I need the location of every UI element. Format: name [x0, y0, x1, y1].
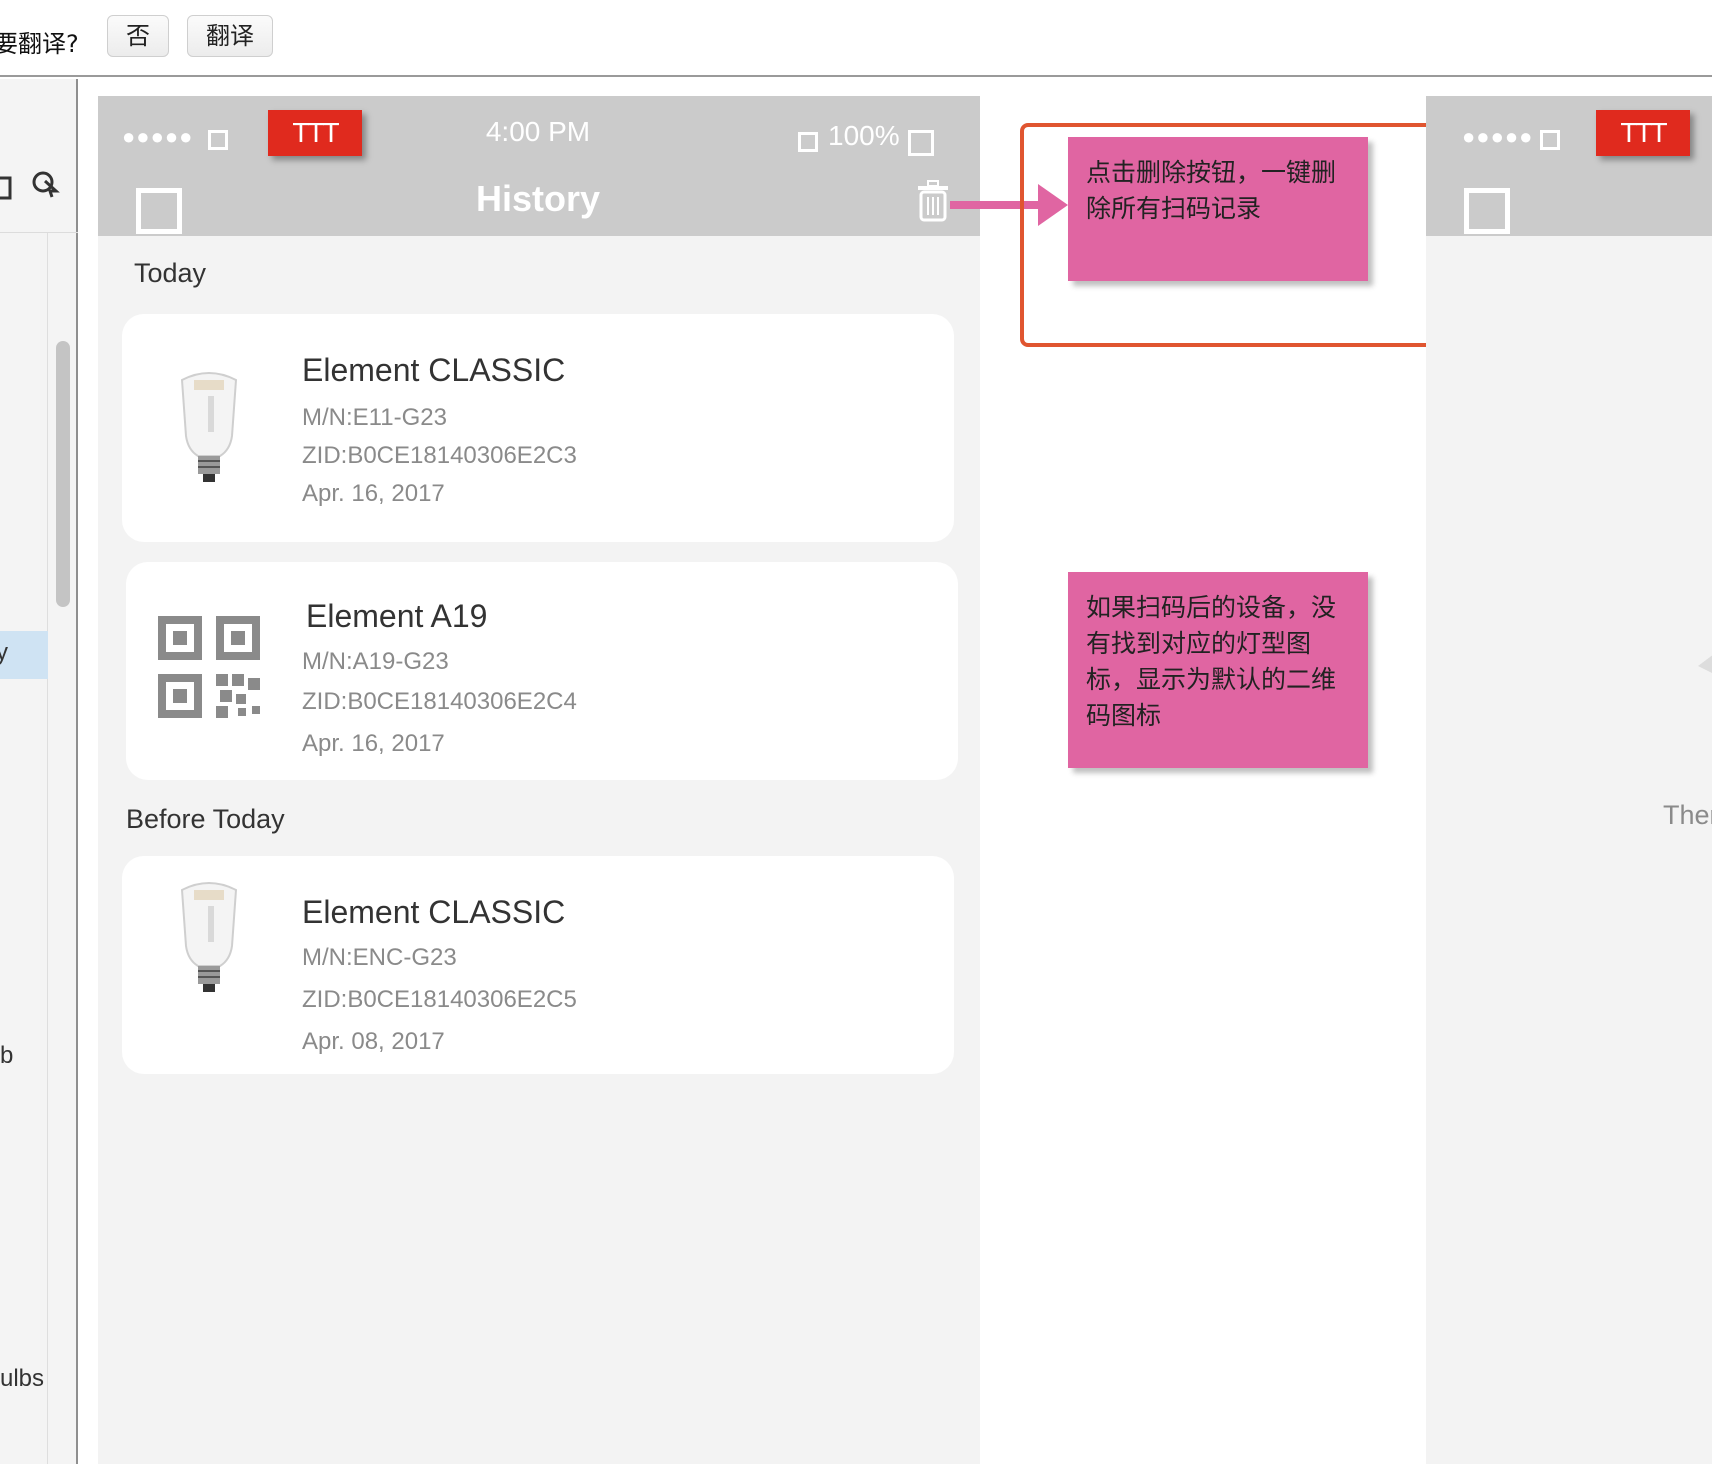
item-model-number: M/N:E11-G23 — [302, 404, 447, 431]
pointer-refresh-icon[interactable] — [30, 169, 60, 199]
sidebar-item-selected[interactable]: y — [0, 631, 48, 679]
arrow-fragment-icon — [1698, 655, 1712, 673]
phone-mockup-partial: ●●●●● TTT Ther — [1426, 96, 1712, 1464]
edit-icon[interactable] — [0, 174, 14, 209]
phone-mockup-history: ●●●●● TTT 4:00 PM 100% History Today Ele… — [98, 96, 980, 1464]
sidebar-item-fragment[interactable]: b — [0, 1042, 13, 1070]
wifi-placeholder-icon — [208, 130, 228, 150]
empty-state-text: Ther — [1663, 800, 1712, 830]
signal-strength-icon: ●●●●● — [1462, 124, 1534, 149]
navigation-bar: ●●●●● TTT — [1426, 96, 1712, 236]
item-model-number: M/N:ENC-G23 — [302, 944, 457, 971]
trash-icon[interactable] — [916, 180, 950, 222]
sidebar-item-bulbs[interactable]: ulbs — [0, 1365, 44, 1393]
section-title-today: Today — [134, 258, 207, 288]
sidebar-toolbar — [0, 79, 78, 233]
sidebar: y b ulbs — [0, 79, 78, 1464]
translate-button[interactable]: 翻译 — [187, 15, 273, 57]
bulb-icon — [180, 372, 238, 482]
item-date: Apr. 08, 2017 — [302, 1028, 445, 1055]
item-date: Apr. 16, 2017 — [302, 480, 445, 507]
item-name: Element A19 — [306, 598, 488, 634]
annotation-note-delete: 点击删除按钮，一键删除所有扫码记录 — [1068, 137, 1368, 281]
signal-strength-icon: ●●●●● — [122, 124, 194, 149]
back-button[interactable] — [1464, 188, 1510, 234]
sidebar-item-label: y — [0, 639, 8, 666]
item-zid: ZID:B0CE18140306E2C4 — [302, 688, 577, 715]
history-item[interactable]: Element CLASSIC M/N:ENC-G23 ZID:B0CE1814… — [122, 856, 954, 1074]
wifi-placeholder-icon — [1540, 130, 1560, 150]
page-title: History — [475, 178, 601, 219]
history-item[interactable]: Element CLASSIC M/N:E11-G23 ZID:B0CE1814… — [122, 314, 954, 542]
item-zid: ZID:B0CE18140306E2C3 — [302, 442, 577, 469]
carrier-badge: TTT — [1596, 110, 1690, 156]
status-time: 4:00 PM — [485, 116, 591, 147]
item-model-number: M/N:A19-G23 — [302, 648, 449, 675]
no-button[interactable]: 否 — [107, 15, 169, 57]
battery-icon — [908, 130, 934, 156]
section-title-before-today: Before Today — [126, 804, 285, 834]
sidebar-divider — [47, 233, 48, 1464]
back-button[interactable] — [136, 188, 182, 234]
location-placeholder-icon — [798, 132, 818, 152]
history-item[interactable]: Element A19 M/N:A19-G23 ZID:B0CE18140306… — [126, 562, 958, 780]
annotation-note-qr: 如果扫码后的设备，没有找到对应的灯型图标，显示为默认的二维码图标 — [1068, 572, 1368, 768]
item-zid: ZID:B0CE18140306E2C5 — [302, 986, 577, 1013]
battery-percent: 100% — [828, 120, 900, 151]
item-date: Apr. 16, 2017 — [302, 730, 445, 757]
carrier-badge: TTT — [268, 110, 362, 156]
item-name: Element CLASSIC — [302, 894, 566, 930]
bulb-icon — [180, 882, 238, 992]
sidebar-scrollbar[interactable] — [56, 341, 70, 607]
navigation-bar: ●●●●● TTT 4:00 PM 100% History — [98, 96, 980, 236]
item-name: Element CLASSIC — [302, 352, 566, 388]
qr-code-icon — [158, 616, 260, 718]
translate-prompt: 要翻译? — [0, 30, 79, 58]
translate-bar: 要翻译? 否 翻译 — [0, 0, 1712, 77]
